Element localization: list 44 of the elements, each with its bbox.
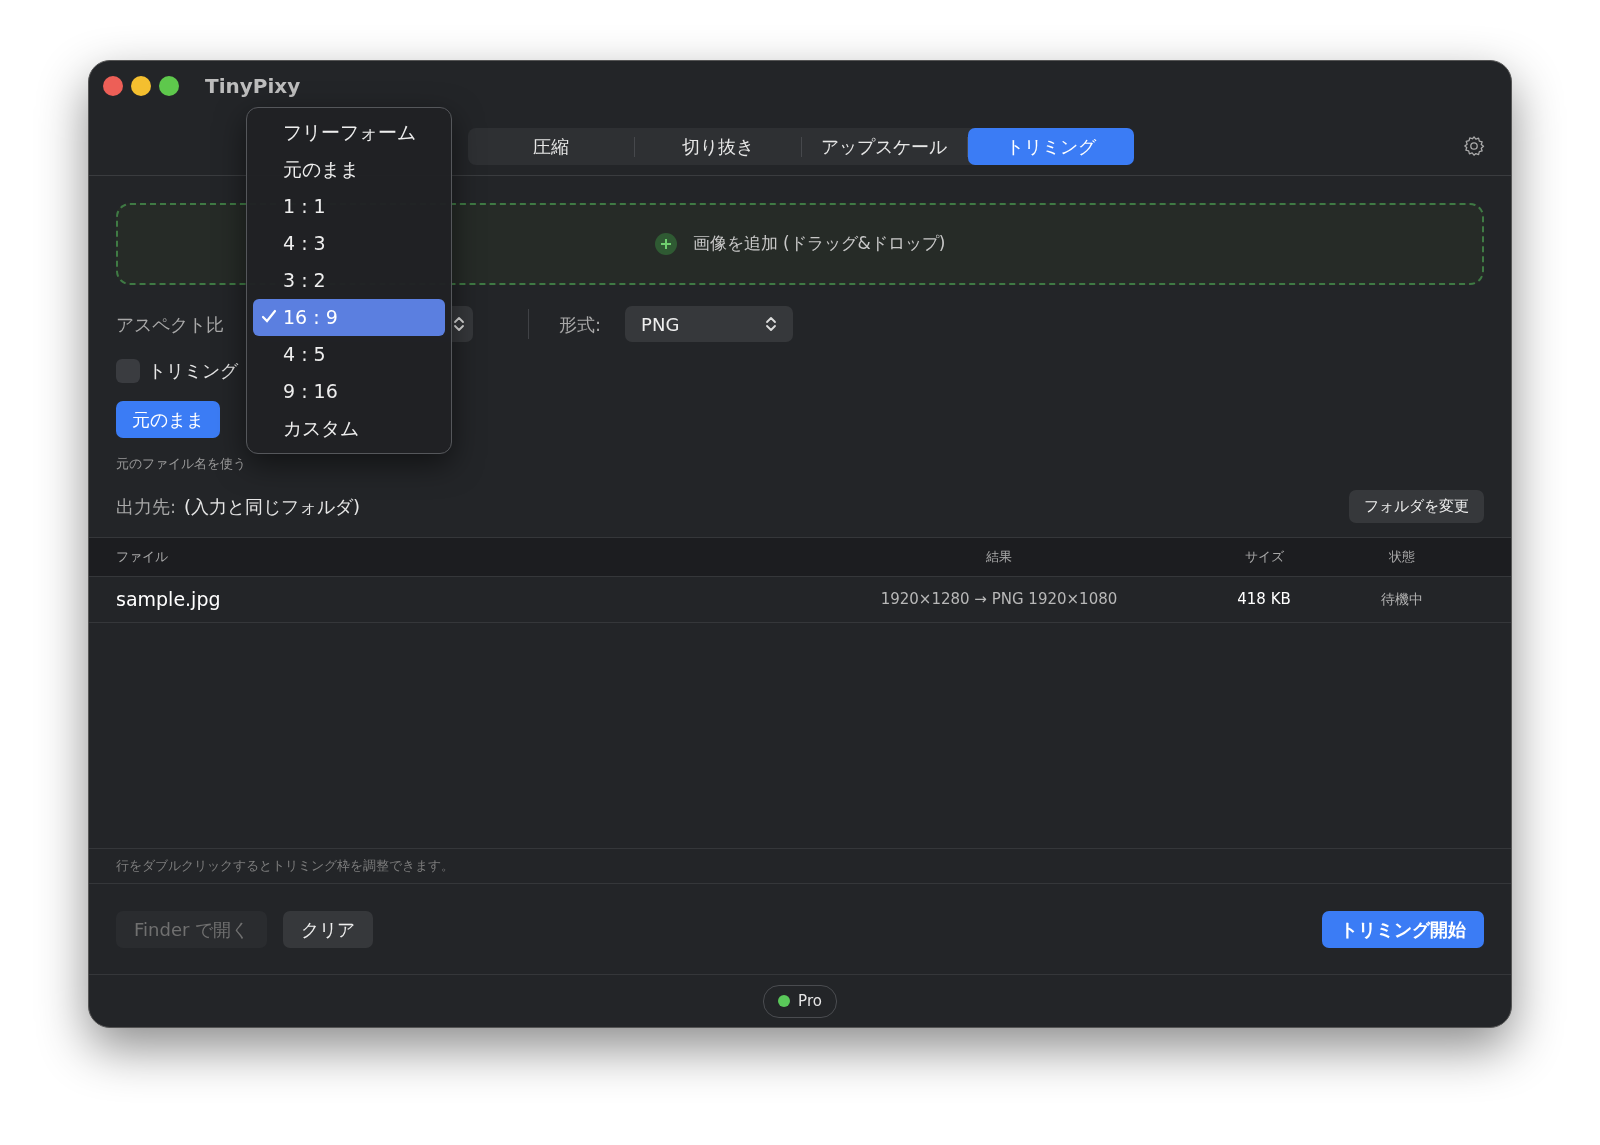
tab[interactable]: トリミング — [968, 128, 1134, 165]
menu-item[interactable]: 元のまま — [253, 151, 445, 188]
menu-item[interactable]: 4 : 3 — [253, 225, 445, 262]
plan-badge: Pro — [763, 984, 837, 1018]
close-button[interactable] — [103, 76, 123, 96]
column-header: 状態 — [1388, 548, 1415, 564]
chevron-icon — [765, 315, 778, 333]
column-header: サイズ — [1244, 548, 1284, 564]
caption: 元のファイル名を使う — [116, 455, 246, 473]
clear-button[interactable]: クリア — [283, 911, 374, 948]
window-title: TinyPixy — [205, 73, 301, 100]
settings-icon[interactable] — [1463, 134, 1485, 157]
format-select[interactable]: PNG — [625, 306, 794, 342]
tab[interactable]: 切り抜き — [634, 128, 801, 165]
drop-zone-label: 画像を追加 (ドラッグ&ドロップ) — [692, 232, 946, 256]
segment[interactable]: 元のまま — [116, 401, 220, 438]
tab[interactable]: アップスケール — [801, 128, 968, 165]
menu-item[interactable]: 16 : 9 — [253, 299, 445, 336]
zoom-button[interactable] — [159, 76, 179, 96]
change-folder-button[interactable]: フォルダを変更 — [1349, 489, 1484, 523]
status-dot — [778, 995, 791, 1007]
checkmark-icon — [261, 308, 277, 324]
column-header: 結果 — [986, 548, 1012, 564]
minimize-button[interactable] — [131, 76, 151, 96]
size-cell: 418 KB — [1237, 589, 1291, 608]
menu-item[interactable]: カスタム — [253, 410, 445, 447]
checkbox-label: トリミング — [148, 359, 238, 383]
menu-item[interactable]: フリーフォーム — [253, 114, 445, 151]
checkbox[interactable] — [116, 358, 140, 383]
menu-item[interactable]: 9 : 16 — [253, 373, 445, 410]
chevron-icon — [453, 315, 465, 333]
menu-item[interactable]: 4 : 5 — [253, 336, 445, 373]
aspect-ratio-label: アスペクト比 — [116, 312, 225, 337]
status-cell: 待機中 — [1380, 590, 1423, 607]
result-cell: 1920×1280 → PNG 1920×1080 — [880, 589, 1118, 608]
format-label: 形式: — [559, 312, 602, 337]
column-header: ファイル — [116, 548, 168, 564]
start-button[interactable]: トリミング開始 — [1322, 911, 1484, 948]
output-label: 出力先: — [116, 494, 177, 519]
hint-text: 行をダブルクリックするとトリミング枠を調整できます。 — [116, 857, 454, 876]
tab[interactable]: 圧縮 — [468, 128, 634, 165]
file-name: sample.jpg — [116, 587, 221, 610]
plus-icon — [654, 233, 677, 255]
output-path: (入力と同じフォルダ) — [184, 494, 361, 519]
